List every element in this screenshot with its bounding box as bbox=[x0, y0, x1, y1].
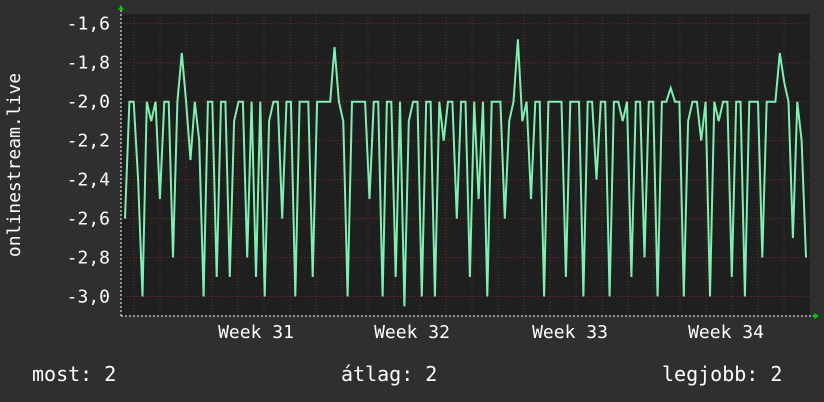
y-tick-label: -2,6 bbox=[67, 209, 110, 230]
x-axis-arrow-icon bbox=[814, 313, 819, 319]
y-tick-label: -2,8 bbox=[67, 248, 110, 269]
x-tick-label: Week 32 bbox=[374, 322, 450, 343]
y-axis-ticks: -1,6 -1,8 -2,0 -2,2 -2,4 -2,6 -2,8 -3,0 bbox=[67, 14, 110, 308]
y-tick-label: -2,4 bbox=[67, 170, 110, 191]
x-tick-label: Week 31 bbox=[218, 322, 294, 343]
y-tick-label: -2,2 bbox=[67, 131, 110, 152]
average-value: átlag: 2 bbox=[341, 362, 438, 386]
x-tick-label: Week 33 bbox=[532, 322, 608, 343]
chart: -1,6 -1,8 -2,0 -2,2 -2,4 -2,6 -2,8 -3,0 Week 31… bbox=[4, 5, 819, 343]
y-tick-label: -3,0 bbox=[67, 287, 110, 308]
y-axis-label: onlinestream.live bbox=[4, 73, 25, 257]
y-tick-label: -2,0 bbox=[67, 92, 110, 113]
y-tick-label: -1,8 bbox=[67, 53, 110, 74]
x-axis-ticks: Week 31 Week 32 Week 33 Week 34 bbox=[218, 322, 764, 343]
best-value: legjobb: 2 bbox=[662, 362, 783, 386]
current-value: most: 2 bbox=[32, 362, 117, 386]
y-tick-label: -1,6 bbox=[67, 14, 110, 35]
x-tick-label: Week 34 bbox=[688, 322, 764, 343]
y-axis-arrow-icon bbox=[118, 5, 124, 10]
